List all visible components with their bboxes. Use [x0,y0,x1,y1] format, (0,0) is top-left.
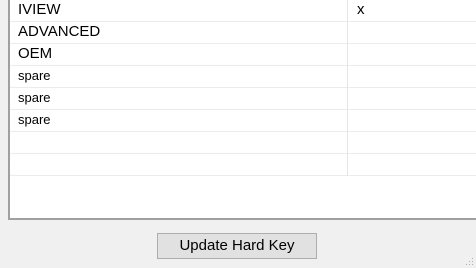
option-value-cell[interactable] [348,66,476,88]
grid-row[interactable]: spare [10,110,476,132]
option-value-cell[interactable] [348,88,476,110]
update-hard-key-button[interactable]: Update Hard Key [157,233,317,259]
option-value-cell[interactable] [348,110,476,132]
button-bar: Update Hard Key [0,220,476,268]
option-value-cell[interactable]: x [348,0,476,22]
hard-key-grid: IVIEW x ADVANCED OEM spare spare spare [8,0,476,220]
option-value-cell[interactable] [348,44,476,66]
option-name-cell[interactable]: ADVANCED [10,22,348,44]
option-value-cell[interactable] [348,132,476,154]
option-name-cell[interactable]: OEM [10,44,348,66]
grid-row[interactable]: spare [10,88,476,110]
option-name-cell[interactable]: spare [10,110,348,132]
option-value-cell[interactable] [348,154,476,176]
grid-row[interactable] [10,132,476,154]
grid-row[interactable]: OEM [10,44,476,66]
hard-key-window: IVIEW x ADVANCED OEM spare spare spare U… [0,0,476,268]
resize-grip-icon[interactable] [464,256,474,266]
grid-row[interactable]: IVIEW x [10,0,476,22]
option-name-cell[interactable] [10,154,348,176]
grid-row[interactable]: ADVANCED [10,22,476,44]
option-name-cell[interactable] [10,132,348,154]
option-value-cell[interactable] [348,22,476,44]
option-name-cell[interactable]: IVIEW [10,0,348,22]
option-name-cell[interactable]: spare [10,88,348,110]
grid-row[interactable]: spare [10,66,476,88]
grid-row[interactable] [10,154,476,176]
option-name-cell[interactable]: spare [10,66,348,88]
